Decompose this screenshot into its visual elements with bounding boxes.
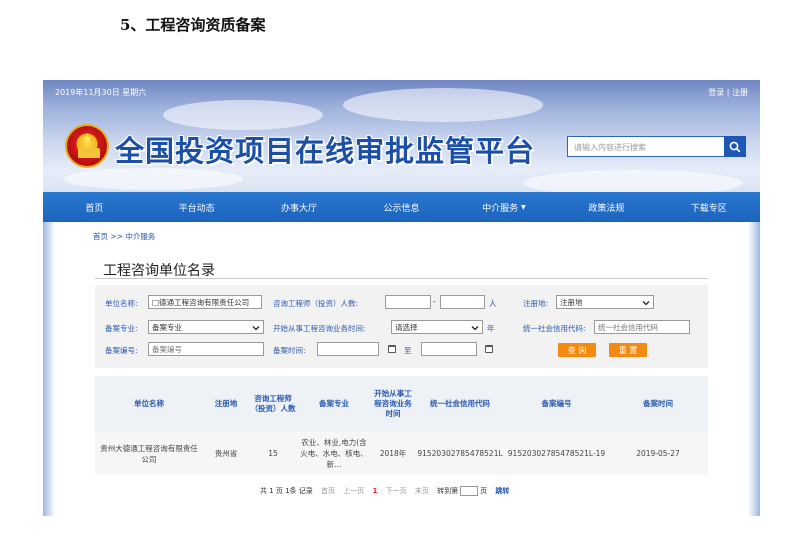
pagination: 共 1 页 1条 记录 首页 上一页 1 下一页 末页 转到第 页 跳转 [260,486,515,496]
chevron-down-icon [471,326,479,331]
breadcrumb[interactable]: 首页 >> 中介服务 [93,231,155,242]
start-time-select[interactable]: 请选择 [391,320,483,334]
filing-major-cell: 农业、林业,电力(含火电、水电、核电、新... [297,432,371,475]
reg-place-cell: 贵州省 [203,432,249,475]
table-header-row: 单位名称 注册地 咨询工程师（投资）人数 备案专业 开始从事工程咨询业务时间 统… [95,376,708,432]
current-date: 2019年11月30日 星期六 [55,88,147,97]
reg-place-select[interactable]: 注册地 [556,295,654,309]
chevron-down-icon [642,301,650,306]
pager-prev[interactable]: 上一页 [343,486,364,496]
filter-panel: 单位名称: □德通工程咨询有限责任公司 咨询工程师（投资）人数: - 人 注册地… [95,285,708,368]
nav-service-hall[interactable]: 办事大厅 [248,192,350,222]
filing-time-to: 至 [404,346,412,355]
engineer-count-min-input[interactable] [385,295,431,309]
reg-place-label: 注册地: [523,299,549,308]
pager-jump-label: 转到第 [437,487,459,495]
browser-screenshot: 2019年11月30日 星期六 登录 | 注册 ★ 全国投资项目在线审批监管平台… [43,80,760,516]
column-header: 备案专业 [297,376,371,432]
column-header: 咨询工程师（投资）人数 [249,376,297,432]
unit-name-input[interactable]: □德通工程咨询有限责任公司 [148,295,262,309]
engineer-count-cell: 15 [249,432,297,475]
register-link[interactable]: 注册 [732,88,748,97]
pager-first[interactable]: 首页 [321,486,335,496]
credit-code-cell: 91520302785478521L [415,432,505,475]
column-header: 开始从事工程咨询业务时间 [371,376,415,432]
unit-name-label: 单位名称: [105,299,138,308]
site-search-input[interactable]: 请输入内容进行搜索 [567,136,725,157]
filing-time-start-input[interactable] [317,342,379,356]
engineer-count-unit: 人 [489,299,497,308]
credit-code-input[interactable]: 统一社会信用代码 [594,320,690,334]
results-table: 单位名称 注册地 咨询工程师（投资）人数 备案专业 开始从事工程咨询业务时间 统… [95,376,708,475]
pager-current: 1 [372,487,378,495]
filing-time-cell: 2019-05-27 [608,432,708,475]
nav-downloads[interactable]: 下载专区 [658,192,760,222]
query-button[interactable]: 查 询 [558,343,596,357]
doc-heading: 5、工程咨询资质备案 [120,16,266,34]
search-button[interactable] [724,136,746,157]
reset-button[interactable]: 重 置 [609,343,647,357]
nav-home[interactable]: 首页 [43,192,145,222]
site-banner: 2019年11月30日 星期六 登录 | 注册 ★ 全国投资项目在线审批监管平台… [43,80,760,192]
pager-next[interactable]: 下一页 [386,486,407,496]
calendar-icon[interactable] [388,345,396,353]
column-header: 统一社会信用代码 [415,376,505,432]
chevron-down-icon [252,326,260,331]
login-link[interactable]: 登录 [708,88,724,97]
column-header: 备案时间 [608,376,708,432]
auth-links: 登录 | 注册 [708,87,748,98]
main-nav: 首页 平台动态 办事大厅 公示信息 中介服务 ▼ 政策法规 下载专区 [43,192,760,222]
pager-go-button[interactable]: 跳转 [495,486,509,496]
filing-no-label: 备案编号: [105,346,138,355]
filing-time-end-input[interactable] [421,342,477,356]
side-decoration-left [43,222,55,516]
engineer-count-label: 咨询工程师（投资）人数: [273,299,359,308]
nav-policies[interactable]: 政策法规 [555,192,657,222]
column-header: 备案编号 [505,376,608,432]
calendar-icon[interactable] [485,345,493,353]
column-header: 单位名称 [95,376,203,432]
filing-time-label: 备案时间: [273,346,306,355]
nav-public-info[interactable]: 公示信息 [350,192,452,222]
start-time-label: 开始从事工程咨询业务时间: [273,324,366,333]
site-title: 全国投资项目在线审批监管平台 [115,134,536,168]
pager-last[interactable]: 末页 [415,486,429,496]
nav-intermediary-services[interactable]: 中介服务 ▼ [453,192,555,222]
title-divider [95,278,708,279]
column-header: 注册地 [203,376,249,432]
filing-no-input[interactable]: 备案编号 [148,342,264,356]
pager-summary: 共 1 页 1条 记录 [260,487,313,495]
engineer-count-max-input[interactable] [440,295,485,309]
filing-major-select[interactable]: 备案专业 [148,320,264,334]
filing-major-label: 备案专业: [105,324,138,333]
nav-platform-news[interactable]: 平台动态 [145,192,247,222]
table-row[interactable]: 贵州大德通工程咨询有限责任公司 贵州省 15 农业、林业,电力(含火电、水电、核… [95,432,708,475]
start-time-cell: 2018年 [371,432,415,475]
credit-code-label: 统一社会信用代码: [523,324,586,333]
pager-page-suffix: 页 [480,487,488,495]
page-title: 工程咨询单位名录 [103,263,215,279]
search-icon [729,141,741,152]
national-emblem-icon: ★ [65,124,109,168]
side-decoration-right [748,222,760,516]
auth-separator: | [724,88,732,97]
range-dash: - [433,297,436,306]
start-time-unit: 年 [487,324,495,333]
pager-jump-input[interactable] [460,486,479,496]
chevron-down-icon: ▼ [521,203,526,211]
filing-no-cell: 91520302785478521L-19 [505,432,608,475]
unit-name-cell[interactable]: 贵州大德通工程咨询有限责任公司 [95,432,203,475]
